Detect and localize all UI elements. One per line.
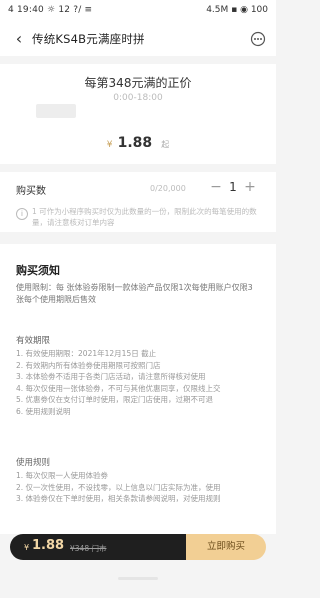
section-title: 有效期限 [16,336,51,346]
quantity-plus-button[interactable]: + [242,178,258,196]
notice-lead: 使用限制：每 张体验劵限制一款体验产品仅限1次每使用账户仅限3张每个使用期限后售… [16,283,253,304]
quantity-minus-button[interactable]: − [208,178,224,196]
notice-title: 购买须知 [16,264,60,277]
bottom-price-panel: ¥ 1.88 ¥348 门市 [10,534,186,560]
chevron-left-icon: ‹ [15,29,23,48]
home-indicator[interactable] [118,577,158,580]
more-icon [250,31,266,47]
page-title: 传统KS4B元满座时拼 [32,32,145,46]
quantity-value[interactable]: 1 [226,178,240,196]
price-suffix: 起 [161,140,170,149]
section-body: 1. 有效使用期限：2021年12月15日 截止 2. 有效期内所有体验劵使用期… [16,349,221,416]
status-icons: 4.5M ▪ ◉ 100 [206,5,268,15]
status-time: 4 19:40 ☼ 12 ?/ ≡ [8,5,93,15]
buy-button[interactable]: 立即购买 [186,534,266,560]
quantity-card: 购买数 0/20,000 − 1 + i 1 可作为小程序购买时仅为此数量的一份… [0,172,276,232]
product-card: 每第348元满的正价 0:00-18:00 ¥ 1.88 起 [0,64,276,164]
bottom-currency: ¥ [24,543,30,552]
notice-card: 购买须知 使用限制：每 张体验劵限制一款体验产品仅限1次每使用账户仅限3张每个使… [0,244,276,534]
back-button[interactable]: ‹ [10,29,28,49]
price-block: ¥ 1.88 起 [0,132,276,151]
bottom-bar: ¥ 1.88 ¥348 门市 立即购买 [0,534,276,560]
bottom-original-price: ¥348 门市 [70,544,107,553]
product-tag [36,104,76,118]
product-name: 每第348元满的正价 [84,76,192,90]
bottom-price: 1.88 [32,538,65,553]
home-indicator-area [0,560,276,598]
quantity-remaining: 0/20,000 [150,184,186,193]
status-bar: 4 19:40 ☼ 12 ?/ ≡ 4.5M ▪ ◉ 100 [0,0,276,22]
price-currency: ¥ [106,140,113,150]
quantity-label: 购买数 [16,186,46,197]
quantity-note: 1 可作为小程序购买时仅为此数量的一份，限制此次的每笔使用的数量，请注意核对订单… [32,207,257,227]
price-value: 1.88 [117,135,153,151]
section-title: 使用规则 [16,458,51,468]
nav-bar: ‹ 传统KS4B元满座时拼 [0,22,276,56]
more-button[interactable] [250,31,266,47]
info-icon: i [16,208,28,220]
product-time: 0:00-18:00 [113,93,163,103]
section-body: 1. 每次仅限一人使用体验劵 2. 仅一次性使用，不设找零，以上信息以门店实际为… [16,471,221,503]
